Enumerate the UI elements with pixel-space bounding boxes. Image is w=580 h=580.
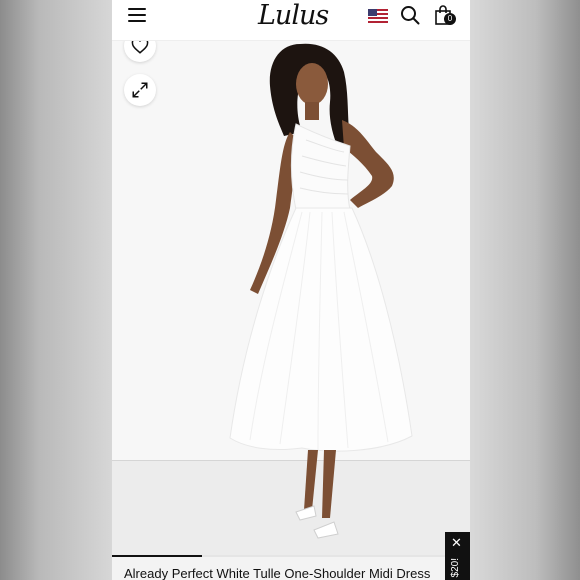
bag-count-badge: 0 — [444, 13, 456, 25]
top-navigation-bar: Lulus 0 — [112, 0, 470, 41]
close-icon[interactable]: ✕ — [451, 536, 462, 549]
product-image[interactable] — [112, 30, 470, 555]
search-icon[interactable] — [400, 5, 420, 25]
hamburger-menu-icon[interactable] — [128, 8, 146, 22]
blurred-backdrop-left — [0, 0, 112, 580]
us-flag-icon[interactable] — [368, 9, 388, 23]
product-title: Already Perfect White Tulle One-Shoulder… — [124, 566, 431, 580]
promo-text: $20! — [450, 558, 461, 578]
app-screen: Lulus 0 Already Perfect White Tulle One-… — [112, 0, 470, 580]
promo-tab[interactable]: ✕ $20! — [445, 532, 470, 580]
expand-image-button[interactable] — [124, 74, 156, 106]
gallery-progress-indicator — [112, 555, 202, 557]
expand-icon — [132, 82, 148, 98]
brand-logo[interactable]: Lulus — [258, 2, 329, 30]
blurred-backdrop-right — [470, 0, 580, 580]
model-in-white-dress — [229, 43, 413, 539]
